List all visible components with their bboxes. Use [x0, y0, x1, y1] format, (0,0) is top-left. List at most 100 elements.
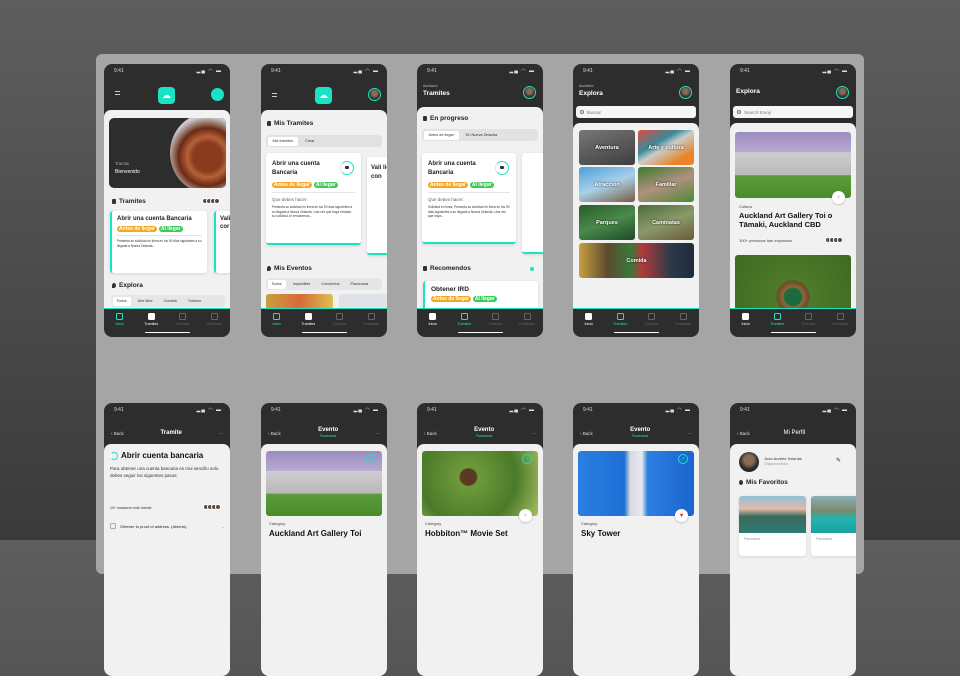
event-image [422, 451, 538, 516]
nav-eventos[interactable]: Eventos [483, 313, 508, 337]
profile-avatar-button[interactable] [211, 88, 224, 101]
tab-imperdible[interactable]: Imperdible [289, 280, 315, 289]
back-button[interactable]: ‹ Back [111, 431, 124, 436]
nav-inicio[interactable]: Inicio [264, 313, 289, 337]
nav-eventos[interactable]: Eventos [639, 313, 664, 337]
status-bar: 9:41 ▂▄ ◠ ▬ [114, 407, 222, 413]
tab-todos[interactable]: Todos [112, 296, 131, 306]
nav-feedback[interactable]: Feedback [515, 313, 540, 337]
nav-eventos[interactable]: Eventos [170, 313, 195, 337]
profile-avatar-button[interactable] [368, 88, 381, 101]
search-input[interactable]: Buscar [576, 106, 696, 118]
profile-avatar-button[interactable] [523, 86, 536, 99]
nav-inicio[interactable]: Inicio [107, 313, 132, 337]
favorite-heart-icon[interactable]: ♥ [832, 191, 845, 204]
nav-tramites[interactable]: Tramites [139, 313, 164, 337]
card-title: Obtener IRD [431, 286, 469, 293]
home-icon [429, 313, 437, 320]
category-parques[interactable]: Parques [579, 205, 635, 240]
nav-tramites[interactable]: Tramites [608, 313, 633, 337]
checkbox[interactable] [110, 523, 116, 529]
tramites-heading: Tramites [112, 198, 146, 205]
tramite-card[interactable]: Abrir una cuenta Bancaria Antes de llega… [266, 153, 361, 245]
back-button[interactable]: ‹ Back [268, 431, 281, 436]
more-button[interactable]: ··· [688, 431, 693, 436]
screen-title: Explora [736, 88, 760, 95]
home-indicator [302, 331, 347, 333]
tab-aire-libre[interactable]: Aire libre [134, 297, 157, 306]
category-aventura[interactable]: Aventura [579, 130, 635, 165]
category-comida[interactable]: Comida [579, 243, 694, 278]
nav-tramites[interactable]: Tramites [765, 313, 790, 337]
nav-inicio[interactable]: Inicio [733, 313, 758, 337]
segment-antes-de-llegar[interactable]: Antes de llegar [423, 130, 459, 140]
segment-crear[interactable]: Crear [300, 137, 320, 146]
menu-icon[interactable] [115, 91, 120, 95]
tab-conciertos[interactable]: Conciertos [317, 280, 343, 289]
search-placeholder: Buscar [587, 109, 602, 115]
nav-tramites[interactable]: Tramites [452, 313, 477, 337]
back-button[interactable]: ‹ Back [424, 431, 437, 436]
status-icons: ▂▄ ◠ ▬ [353, 407, 379, 413]
place-image[interactable] [735, 132, 851, 198]
search-input[interactable]: Search Emoji [733, 106, 853, 118]
external-link-icon[interactable]: ↗ [366, 454, 376, 464]
place-image[interactable] [735, 255, 851, 315]
tramite-card[interactable]: Abrir una cuenta Bancaria Antes de llega… [110, 211, 207, 273]
tab-todos[interactable]: Todos [267, 279, 286, 289]
tramite-card[interactable]: Vali licen con [367, 157, 387, 255]
add-icon[interactable] [530, 267, 534, 271]
nav-feedback[interactable]: Feedback [359, 313, 384, 337]
favorite-image [811, 496, 856, 533]
event-category: Category [581, 521, 598, 526]
more-button[interactable]: ··· [532, 431, 537, 436]
category-arte-y-cultura[interactable]: Arte y cultura [638, 130, 694, 165]
external-link-icon[interactable]: ↗ [522, 454, 532, 464]
category-familiar[interactable]: Familiar [638, 167, 694, 202]
event-category: Category [425, 521, 442, 526]
tramite-card[interactable] [522, 153, 543, 254]
segment-mis-tramites[interactable]: Mis tramites [267, 136, 298, 146]
back-button[interactable]: ‹ Back [580, 431, 593, 436]
status-bar: 9:41 ▂▄ ◠ ▬ [271, 407, 379, 413]
profile-avatar-button[interactable] [836, 86, 849, 99]
nav-inicio[interactable]: Inicio [420, 313, 445, 337]
nav-feedback[interactable]: Feedback [202, 313, 227, 337]
more-button[interactable]: ··· [218, 431, 223, 436]
tramite-card[interactable]: Abrir una cuenta Bancaria Antes de llega… [422, 153, 516, 244]
category-atraccion[interactable]: Atraccion [579, 167, 635, 202]
nav-label: Inicio [428, 322, 437, 326]
place-title[interactable]: Auckland Art Gallery Toi o Tāmaki, Auckl… [739, 211, 851, 229]
hero-card[interactable]: Tramite Bienvenido [109, 118, 226, 188]
tab-comida[interactable]: Comida [160, 297, 181, 306]
favorite-card[interactable]: Panorama [811, 496, 856, 556]
more-button[interactable]: ··· [376, 431, 381, 436]
nav-feedback[interactable]: Feedback [828, 313, 853, 337]
document-icon [460, 313, 468, 320]
category-caminatas[interactable]: Caminatas [638, 205, 694, 240]
tab-panorama[interactable]: Panorama [347, 280, 373, 289]
edit-profile-icon[interactable]: ✎ [836, 457, 841, 464]
nav-eventos[interactable]: Eventos [327, 313, 352, 337]
nav-eventos[interactable]: Eventos [796, 313, 821, 337]
back-button[interactable]: ‹ Back [737, 431, 750, 436]
tag-arrival: Al llegar [158, 226, 183, 232]
nav-tramites[interactable]: Tramites [296, 313, 321, 337]
feedback-icon [679, 313, 687, 320]
favorite-heart-icon[interactable]: ♥ [675, 509, 688, 522]
favorite-card[interactable]: Panorama [739, 496, 806, 556]
app-logo: ☁ [158, 87, 175, 104]
nav-inicio[interactable]: Inicio [576, 313, 601, 337]
profile-avatar-button[interactable] [679, 86, 692, 99]
tab-turismo[interactable]: Turismo [184, 297, 206, 306]
step-item[interactable]: Obtener tu proof of address. (Abierto) ⌄ [110, 523, 225, 529]
favorite-heart-icon[interactable]: ♥ [519, 509, 532, 522]
menu-icon[interactable] [272, 93, 277, 97]
nav-label: Tramites [613, 322, 628, 326]
heading-text: Mis Tramites [274, 120, 314, 127]
external-link-icon[interactable]: ↗ [678, 454, 688, 464]
tramite-card[interactable]: Vali cor [214, 211, 230, 273]
segment-en-nueva-zelanda[interactable]: En Nueva Zelanda [461, 131, 502, 140]
nav-feedback[interactable]: Feedback [671, 313, 696, 337]
user-name: Juan Andrés Solanas [764, 456, 802, 461]
